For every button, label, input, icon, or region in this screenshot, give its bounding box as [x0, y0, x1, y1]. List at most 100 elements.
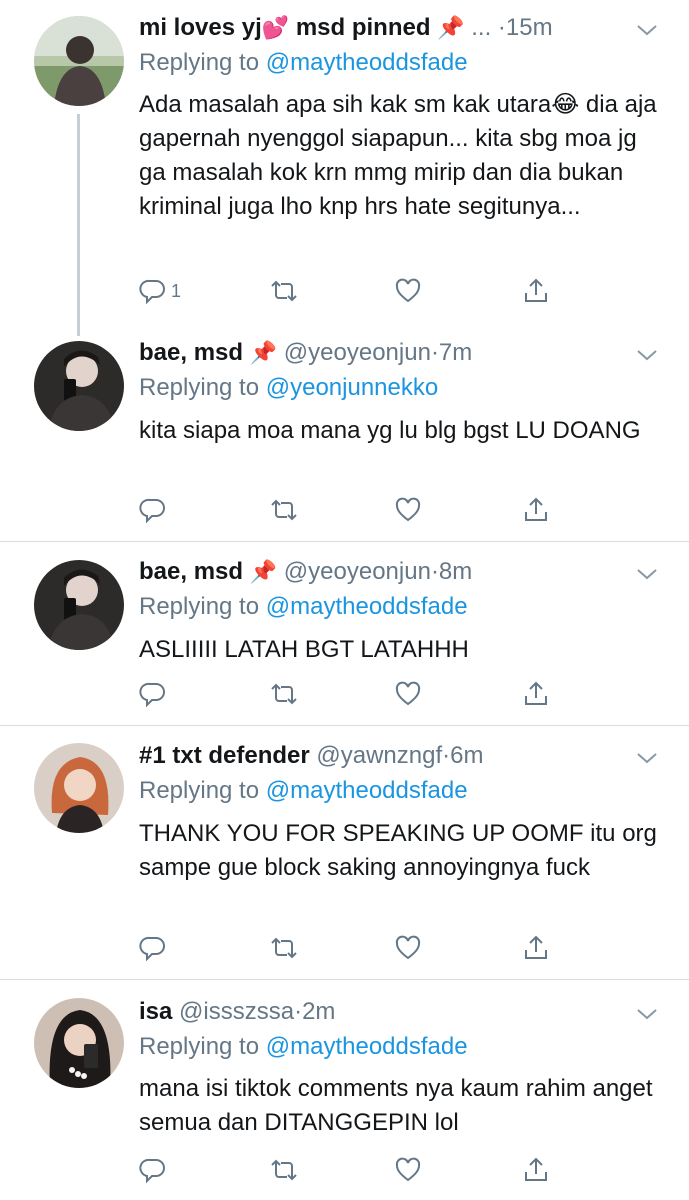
retweet-button[interactable]	[269, 276, 299, 306]
share-button[interactable]	[522, 1155, 550, 1185]
timestamp[interactable]: ·8m	[431, 558, 472, 585]
like-icon	[395, 497, 421, 522]
tweet-actions	[139, 1155, 579, 1185]
reply-icon	[139, 936, 165, 962]
avatar[interactable]	[34, 341, 124, 431]
pin-emoji: 📌	[249, 559, 278, 584]
like-button[interactable]	[394, 1155, 422, 1185]
like-icon	[395, 935, 421, 960]
avatar[interactable]	[34, 743, 124, 833]
reply-icon	[139, 279, 165, 305]
timestamp[interactable]: ·15m	[498, 14, 553, 41]
display-name[interactable]: bae, msd	[139, 339, 243, 366]
retweet-icon	[271, 1159, 297, 1181]
tweet-text: mana isi tiktok comments nya kaum rahim …	[139, 1075, 653, 1136]
handle[interactable]: @yawnzngf	[316, 742, 442, 769]
display-name[interactable]: #1 txt defender	[139, 742, 310, 769]
tweet-text: kita siapa moa mana yg lu blg bgst LU DO…	[139, 417, 641, 444]
replying-to-link[interactable]: @maytheoddsfade	[266, 777, 468, 804]
reply-button[interactable]	[139, 679, 167, 709]
reply-count: 1	[171, 280, 182, 301]
reply-button[interactable]	[139, 933, 167, 963]
retweet-icon	[271, 683, 297, 705]
like-button[interactable]	[394, 933, 422, 963]
pin-emoji: 📌	[437, 15, 465, 40]
retweet-icon	[271, 499, 297, 521]
like-button[interactable]	[394, 495, 422, 525]
handle[interactable]: @issszssa	[179, 998, 294, 1025]
tweet-header: isa @issszssa·2m	[139, 994, 689, 1030]
like-button[interactable]	[394, 276, 422, 306]
like-icon	[395, 278, 421, 303]
like-button[interactable]	[394, 679, 422, 709]
handle[interactable]: ...	[471, 14, 491, 41]
tweet-5[interactable]: isa @issszssa·2m Replying to @maytheodds…	[0, 980, 689, 1200]
reply-button[interactable]	[139, 495, 167, 525]
replying-to: Replying to @maytheoddsfade	[139, 593, 468, 620]
thread-line	[77, 114, 80, 336]
share-icon	[525, 681, 547, 705]
share-icon	[525, 278, 547, 302]
chevron-down-icon[interactable]	[635, 1002, 659, 1026]
tweet-header: bae, msd 📌 @yeoyeonjun·8m	[139, 554, 689, 590]
reply-button[interactable]	[139, 1155, 167, 1185]
like-icon	[395, 681, 421, 706]
tweet-header: bae, msd 📌 @yeoyeonjun·7m	[139, 335, 689, 371]
tweet-4[interactable]: #1 txt defender @yawnzngf·6m Replying to…	[0, 726, 689, 980]
timestamp[interactable]: ·7m	[431, 339, 472, 366]
avatar[interactable]	[34, 560, 124, 650]
avatar[interactable]	[34, 16, 124, 106]
share-icon	[525, 497, 547, 521]
replying-to: Replying to @maytheoddsfade	[139, 1033, 468, 1060]
replying-to-link[interactable]: @maytheoddsfade	[266, 49, 468, 76]
share-button[interactable]	[522, 495, 550, 525]
timestamp[interactable]: ·2m	[294, 998, 335, 1025]
tweet-2[interactable]: bae, msd 📌 @yeoyeonjun·7m Replying to @y…	[0, 325, 689, 542]
display-name-suffix[interactable]: msd pinned	[296, 14, 431, 41]
replying-to-link[interactable]: @maytheoddsfade	[266, 593, 468, 620]
display-name[interactable]: bae, msd	[139, 558, 243, 585]
share-icon	[525, 935, 547, 959]
share-button[interactable]	[522, 679, 550, 709]
replying-to: Replying to @yeonjunnekko	[139, 374, 439, 401]
replying-to: Replying to @maytheoddsfade	[139, 777, 468, 804]
emoji: 💕	[261, 15, 290, 40]
display-name[interactable]: mi loves yj	[139, 14, 262, 41]
tweet-text: Ada masalah apa sih kak sm kak utara😂 di…	[139, 91, 657, 220]
reply-icon	[139, 682, 165, 708]
retweet-button[interactable]	[269, 1155, 299, 1185]
timestamp[interactable]: ·6m	[442, 742, 483, 769]
reply-icon	[139, 1158, 165, 1184]
tweet-header: mi loves yj💕 msd pinned 📌 ... ·15m	[139, 10, 689, 46]
retweet-button[interactable]	[269, 933, 299, 963]
retweet-icon	[271, 937, 297, 959]
tweet-text: ASLIIIII LATAH BGT LATAHHH	[139, 636, 469, 663]
chevron-down-icon[interactable]	[635, 746, 659, 770]
tweet-actions	[139, 933, 579, 963]
avatar[interactable]	[34, 998, 124, 1088]
display-name[interactable]: isa	[139, 998, 172, 1025]
tweet-3[interactable]: bae, msd 📌 @yeoyeonjun·8m Replying to @m…	[0, 542, 689, 726]
pin-emoji: 📌	[249, 340, 278, 365]
replying-to-link[interactable]: @maytheoddsfade	[266, 1033, 468, 1060]
reply-icon	[139, 498, 165, 524]
chevron-down-icon[interactable]	[635, 562, 659, 586]
tweet-actions	[139, 495, 579, 525]
like-icon	[395, 1157, 421, 1182]
tweet-actions: 1	[139, 276, 579, 306]
share-button[interactable]	[522, 933, 550, 963]
reply-button[interactable]: 1	[139, 276, 181, 306]
share-button[interactable]	[522, 276, 550, 306]
tweet-actions	[139, 679, 579, 709]
tweet-1[interactable]: mi loves yj💕 msd pinned 📌 ... ·15m Reply…	[0, 0, 689, 336]
share-icon	[525, 1157, 547, 1181]
tweet-header: #1 txt defender @yawnzngf·6m	[139, 738, 689, 774]
retweet-button[interactable]	[269, 679, 299, 709]
replying-to-link[interactable]: @yeonjunnekko	[266, 374, 438, 401]
chevron-down-icon[interactable]	[635, 343, 659, 367]
retweet-icon	[271, 280, 297, 302]
retweet-button[interactable]	[269, 495, 299, 525]
handle[interactable]: @yeoyeonjun	[284, 558, 431, 585]
chevron-down-icon[interactable]	[635, 18, 659, 42]
handle[interactable]: @yeoyeonjun	[284, 339, 431, 366]
